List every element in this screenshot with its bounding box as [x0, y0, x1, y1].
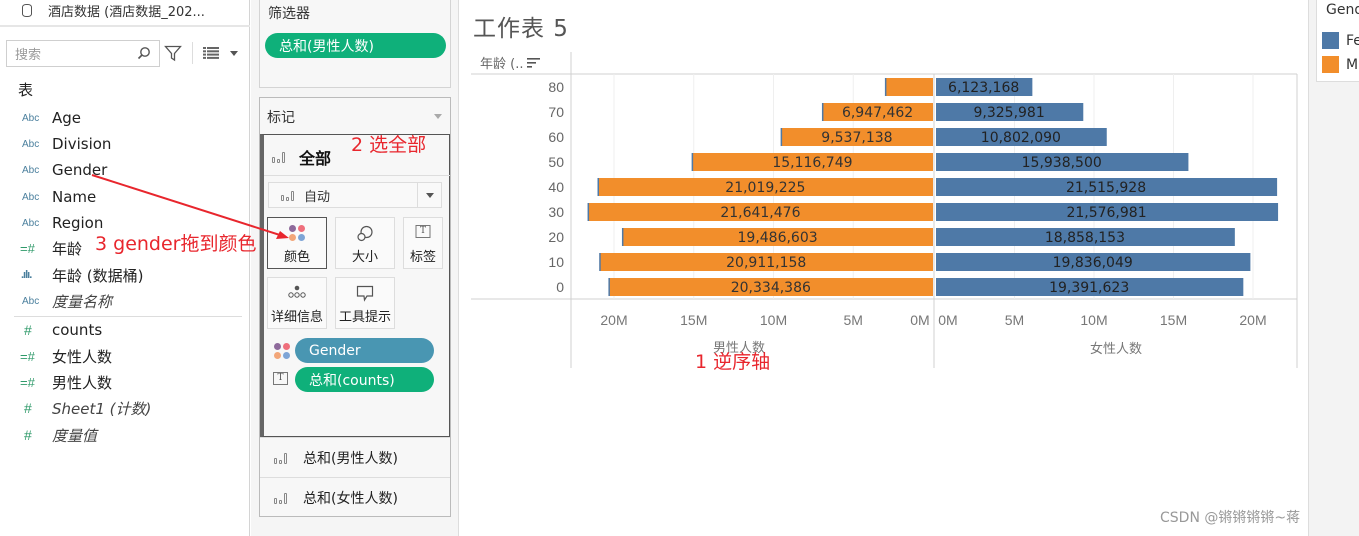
axis-tick-label: 0M	[938, 312, 957, 328]
data-label-female: 19,836,049	[1053, 255, 1133, 271]
category-label: 60	[548, 129, 564, 145]
category-label: 10	[548, 254, 564, 270]
legend-item-male[interactable]: Male	[1322, 56, 1359, 73]
axis-tick-label: 10M	[760, 312, 787, 328]
axis-tick-label: 0M	[910, 312, 929, 328]
axis-tick-label: 10M	[1080, 312, 1107, 328]
category-label: 50	[548, 154, 564, 170]
axis-tick-label: 15M	[680, 312, 707, 328]
data-label-male: 9,537,138	[821, 130, 892, 146]
category-label: 80	[548, 79, 564, 95]
axis-tick-label: 15M	[1160, 312, 1187, 328]
annotation-step-2: 2 选全部	[351, 134, 427, 156]
data-label-male: 21,641,476	[720, 205, 800, 221]
legend-label-male: Male	[1346, 56, 1359, 73]
category-label: 20	[548, 229, 564, 245]
data-label-male: 15,116,749	[772, 155, 852, 171]
legend-item-female[interactable]: Female	[1322, 32, 1359, 49]
category-label: 40	[548, 179, 564, 195]
data-label-female: 18,858,153	[1045, 230, 1125, 246]
data-label-male: 20,911,158	[726, 255, 806, 271]
data-label-female: 9,325,981	[974, 105, 1045, 121]
category-label: 70	[548, 104, 564, 120]
legend-swatch-female	[1322, 32, 1339, 49]
data-label-female: 21,515,928	[1066, 180, 1146, 196]
category-label: 0	[556, 279, 564, 295]
data-label-male: 6,947,462	[842, 105, 913, 121]
gender-legend: Gender Female Male	[1316, 0, 1359, 82]
data-label-female: 6,123,168	[948, 80, 1019, 96]
watermark: CSDN @锵锵锵锵~蒋	[1160, 510, 1301, 526]
data-label-male: 21,019,225	[725, 180, 805, 196]
axis-title-female: 女性人数	[1090, 341, 1142, 357]
population-pyramid-chart: 80 6,123,168 70 6,947,462 9,325,981 60 9,537,1…	[471, 52, 1298, 368]
axis-tick-label: 5M	[1005, 312, 1024, 328]
axis-tick-label: 5M	[844, 312, 863, 328]
data-label-female: 15,938,500	[1022, 155, 1102, 171]
data-label-female: 19,391,623	[1049, 280, 1129, 296]
legend-swatch-male	[1322, 56, 1339, 73]
data-label-male: 19,486,603	[738, 230, 818, 246]
axis-tick-label: 20M	[600, 312, 627, 328]
data-label-female: 10,802,090	[981, 130, 1061, 146]
data-label-male: 20,334,386	[731, 280, 811, 296]
legend-label-female: Female	[1346, 32, 1359, 49]
annotation-step-1: 1 逆序轴	[695, 351, 771, 373]
legend-title: Gender	[1326, 2, 1359, 18]
tableau-window: 酒店数据 (酒店数据_202... 搜索 表 Abc Age Abc Division…	[0, 0, 1359, 536]
data-label-female: 21,576,981	[1066, 205, 1146, 221]
bar-male	[885, 78, 933, 96]
annotation-step-3: 3 gender拖到颜色	[95, 233, 257, 255]
category-label: 30	[548, 204, 564, 220]
axis-tick-label: 20M	[1239, 312, 1266, 328]
